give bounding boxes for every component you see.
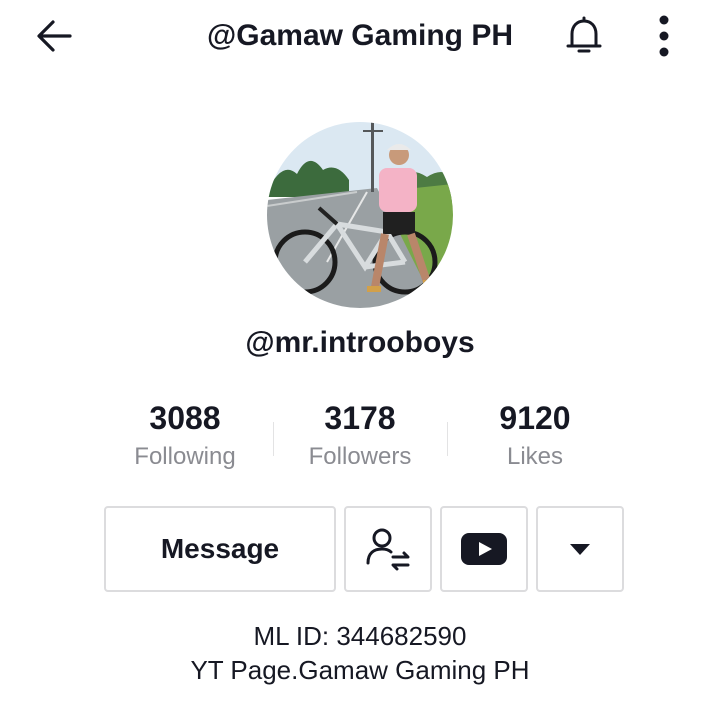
stat-divider bbox=[447, 422, 448, 456]
followers-label: Followers bbox=[308, 443, 412, 470]
youtube-link-button[interactable] bbox=[440, 506, 528, 592]
caret-down-icon bbox=[570, 544, 590, 555]
more-options-button[interactable] bbox=[640, 12, 688, 60]
back-arrow-icon bbox=[37, 20, 72, 52]
suggested-accounts-dropdown[interactable] bbox=[536, 506, 624, 592]
profile-username: @mr.introoboys bbox=[245, 326, 475, 359]
likes-label: Likes bbox=[506, 443, 564, 470]
stat-following[interactable]: 3088 Following bbox=[100, 398, 270, 472]
more-vertical-icon bbox=[659, 15, 669, 57]
top-bar: @Gamaw Gaming PH bbox=[0, 0, 720, 72]
following-count: 3088 bbox=[149, 400, 221, 436]
likes-count: 9120 bbox=[499, 400, 571, 436]
followers-count: 3178 bbox=[324, 400, 396, 436]
bell-icon bbox=[566, 16, 602, 53]
friend-suggestions-button[interactable] bbox=[344, 506, 432, 592]
youtube-icon bbox=[461, 533, 507, 565]
avatar-photo bbox=[267, 122, 453, 308]
stat-divider bbox=[273, 422, 274, 456]
notification-bell-button[interactable] bbox=[556, 12, 612, 60]
add-friend-swap-icon bbox=[366, 528, 410, 571]
profile-avatar[interactable] bbox=[267, 122, 453, 308]
bio-line-2: YT Page.Gamaw Gaming PH bbox=[190, 655, 530, 685]
bio-line-1: ML ID: 344682590 bbox=[253, 621, 467, 651]
stat-likes[interactable]: 9120 Likes bbox=[450, 398, 620, 472]
stat-followers[interactable]: 3178 Followers bbox=[275, 398, 445, 472]
back-button[interactable] bbox=[28, 14, 80, 58]
following-label: Following bbox=[134, 443, 236, 470]
message-button[interactable]: Message bbox=[104, 506, 336, 592]
header-title: @Gamaw Gaming PH bbox=[207, 19, 513, 52]
